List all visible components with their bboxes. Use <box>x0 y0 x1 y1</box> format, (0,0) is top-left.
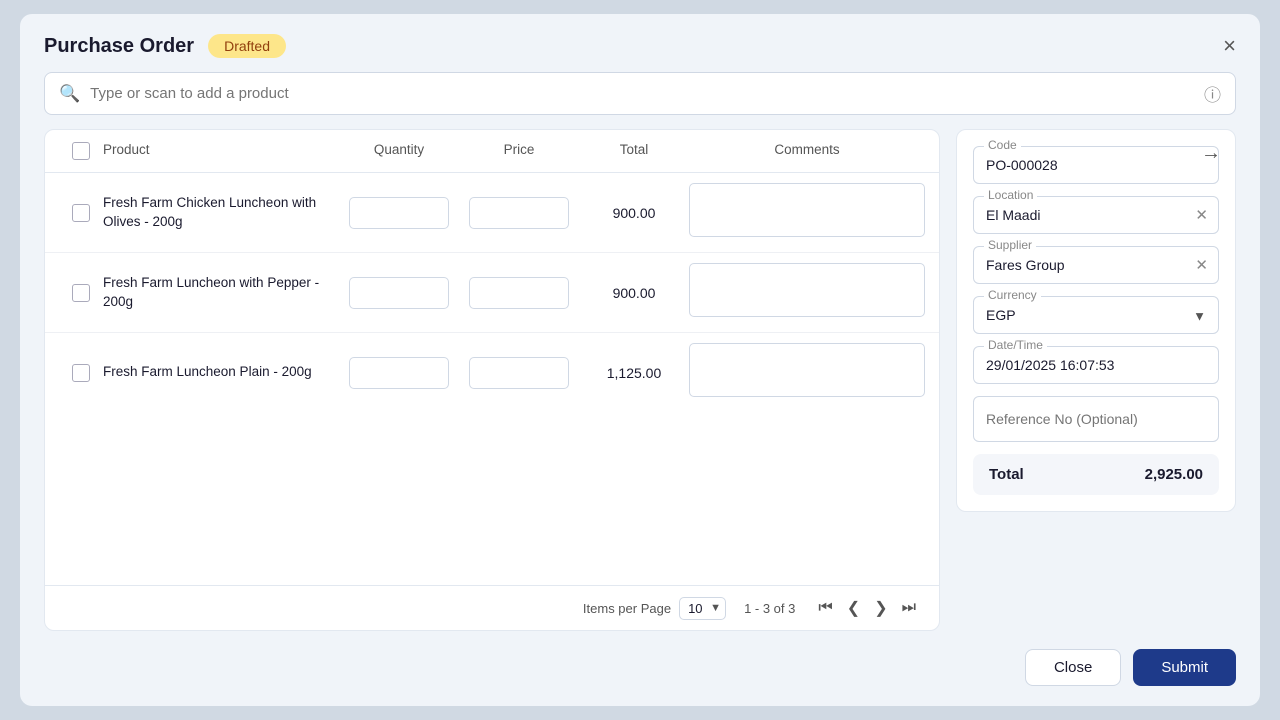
currency-select[interactable]: EGP USD EUR <box>986 307 1206 323</box>
quantity-input-3[interactable]: 25 <box>349 357 449 389</box>
modal-header: Purchase Order Drafted × <box>44 34 1236 58</box>
currency-select-wrapper: EGP USD EUR ▼ <box>986 307 1206 325</box>
close-button[interactable]: Close <box>1025 649 1121 686</box>
col-header-quantity: Quantity <box>339 142 459 160</box>
select-all-checkbox[interactable] <box>72 142 90 160</box>
modal-footer: Close Submit <box>44 645 1236 686</box>
location-clear-button[interactable]: ✕ <box>1195 206 1208 224</box>
table-body: Fresh Farm Chicken Luncheon with Olives … <box>45 173 939 585</box>
modal-title: Purchase Order <box>44 35 194 58</box>
per-page-select[interactable]: 10 20 50 <box>679 597 726 620</box>
items-per-page-label: Items per Page <box>583 601 671 616</box>
comment-input-1[interactable] <box>689 183 925 237</box>
col-header-price: Price <box>459 142 579 160</box>
total-value-2: 900.00 <box>579 285 689 301</box>
total-amount: 2,925.00 <box>1145 466 1203 483</box>
info-icon[interactable]: ⓘ <box>1204 81 1221 106</box>
product-name-2: Fresh Farm Luncheon with Pepper - 200g <box>103 274 339 312</box>
prev-page-button[interactable]: ❮ <box>842 596 865 620</box>
col-header-comments: Comments <box>689 142 925 160</box>
sidebar: → Code PO-000028 Location El Maadi ✕ <box>956 129 1236 631</box>
pagination-buttons: ⏮ ❮ ❯ ⏭ <box>813 596 921 620</box>
col-header-product: Product <box>103 142 339 160</box>
next-page-button[interactable]: ❯ <box>869 596 892 620</box>
submit-button[interactable]: Submit <box>1133 649 1236 686</box>
table-header: Product Quantity Price Total Comments <box>45 130 939 173</box>
location-value: El Maadi <box>986 207 1040 223</box>
total-label: Total <box>989 466 1024 483</box>
supplier-field-group: Supplier Fares Group ✕ <box>973 246 1219 284</box>
search-input[interactable] <box>90 85 1194 102</box>
datetime-value: 29/01/2025 16:07:53 <box>986 357 1114 373</box>
purchase-order-modal: Purchase Order Drafted × 🔍 ⓘ Product Qua… <box>20 14 1260 706</box>
table-row: Fresh Farm Chicken Luncheon with Olives … <box>45 173 939 253</box>
sidebar-card: → Code PO-000028 Location El Maadi ✕ <box>956 129 1236 512</box>
items-per-page: Items per Page 10 20 50 ▼ <box>583 597 726 620</box>
reference-input[interactable] <box>973 396 1219 442</box>
supplier-label: Supplier <box>984 238 1036 252</box>
modal-close-button[interactable]: × <box>1223 35 1236 57</box>
quantity-input-1[interactable]: 20 <box>349 197 449 229</box>
supplier-value: Fares Group <box>986 257 1065 273</box>
currency-label: Currency <box>984 288 1041 302</box>
product-name-3: Fresh Farm Luncheon Plain - 200g <box>103 363 339 382</box>
code-label: Code <box>984 138 1021 152</box>
status-badge: Drafted <box>208 34 286 58</box>
datetime-label: Date/Time <box>984 338 1047 352</box>
price-input-1[interactable]: 45 <box>469 197 569 229</box>
price-input-2[interactable]: 45 <box>469 277 569 309</box>
price-input-3[interactable]: 45 <box>469 357 569 389</box>
product-name-1: Fresh Farm Chicken Luncheon with Olives … <box>103 194 339 232</box>
last-page-button[interactable]: ⏭ <box>897 596 921 620</box>
code-value: PO-000028 <box>986 157 1058 173</box>
quantity-input-2[interactable]: 20 <box>349 277 449 309</box>
comment-input-3[interactable] <box>689 343 925 397</box>
row-checkbox-3[interactable] <box>72 364 90 382</box>
search-icon: 🔍 <box>59 84 80 104</box>
total-value-3: 1,125.00 <box>579 365 689 381</box>
supplier-clear-button[interactable]: ✕ <box>1195 256 1208 274</box>
code-field-group: Code PO-000028 <box>973 146 1219 184</box>
table-row: Fresh Farm Luncheon Plain - 200g 25 45 1… <box>45 333 939 412</box>
total-row: Total 2,925.00 <box>973 454 1219 495</box>
row-checkbox-1[interactable] <box>72 204 90 222</box>
content-row: Product Quantity Price Total Comments Fr… <box>44 129 1236 631</box>
table-footer: Items per Page 10 20 50 ▼ 1 - 3 of 3 ⏮ <box>45 585 939 630</box>
location-field-group: Location El Maadi ✕ <box>973 196 1219 234</box>
first-page-button[interactable]: ⏮ <box>813 596 837 620</box>
currency-field-group: Currency EGP USD EUR ▼ <box>973 296 1219 334</box>
table-section: Product Quantity Price Total Comments Fr… <box>44 129 940 631</box>
datetime-field-group: Date/Time 29/01/2025 16:07:53 <box>973 346 1219 384</box>
total-value-1: 900.00 <box>579 205 689 221</box>
table-row: Fresh Farm Luncheon with Pepper - 200g 2… <box>45 253 939 333</box>
comment-input-2[interactable] <box>689 263 925 317</box>
row-checkbox-2[interactable] <box>72 284 90 302</box>
location-label: Location <box>984 188 1037 202</box>
search-bar: 🔍 ⓘ <box>44 72 1236 115</box>
pagination-info: 1 - 3 of 3 <box>744 601 795 616</box>
col-header-total: Total <box>579 142 689 160</box>
